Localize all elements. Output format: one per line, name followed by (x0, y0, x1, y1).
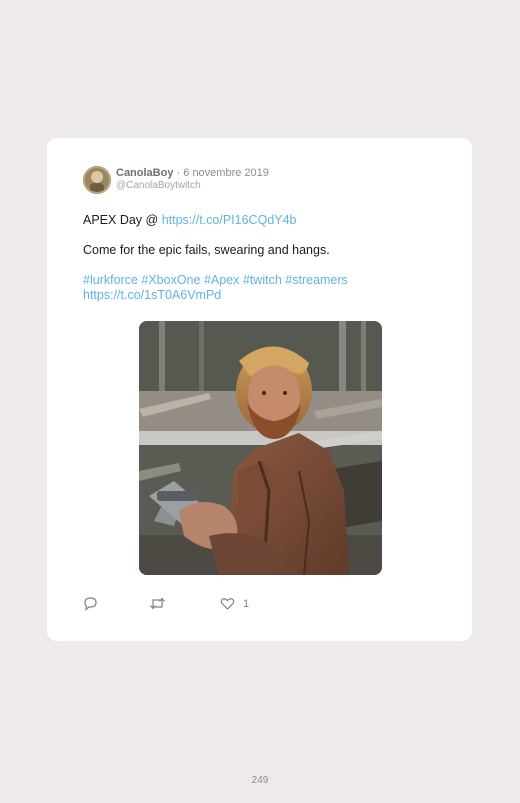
author-handle[interactable]: @CanolaBoytwitch (116, 180, 201, 192)
tweet-link-1[interactable]: https://t.co/PI16CQdY4b (162, 213, 297, 227)
hashtag-link[interactable]: #twitch (243, 273, 282, 287)
hashtag-link[interactable]: #Apex (204, 273, 239, 287)
tweet-text-2: Come for the epic fails, swearing and ha… (83, 243, 330, 257)
like-count: 1 (243, 598, 250, 610)
author-name[interactable]: CanolaBoy (116, 167, 173, 179)
hashtag-link[interactable]: #XboxOne (141, 273, 200, 287)
separator: · (176, 167, 181, 179)
retweet-icon[interactable] (149, 596, 166, 612)
tweet-date[interactable]: 6 novembre 2019 (183, 167, 269, 179)
tweet-card: CanolaBoy · 6 novembre 2019 @CanolaBoytw… (47, 138, 472, 641)
page-number: 249 (251, 775, 269, 786)
tweet-line-1: APEX Day @ https://t.co/PI16CQdY4b (83, 213, 297, 228)
tweet-media-image[interactable] (139, 321, 382, 575)
tweet-link-2[interactable]: https://t.co/1sT0A6VmPd (83, 288, 221, 303)
avatar-image (83, 166, 111, 194)
author-line: CanolaBoy · 6 novembre 2019 (116, 167, 269, 180)
hashtag-link[interactable]: #streamers (285, 273, 348, 287)
hashtag-link[interactable]: #lurkforce (83, 273, 138, 287)
media-illustration (139, 321, 382, 575)
hashtag-line: #lurkforce #XboxOne #Apex #twitch #strea… (83, 273, 348, 288)
reply-icon[interactable] (83, 596, 98, 612)
avatar[interactable] (83, 166, 111, 194)
heart-icon[interactable] (220, 596, 235, 612)
tweet-text-1: APEX Day @ (83, 213, 159, 227)
